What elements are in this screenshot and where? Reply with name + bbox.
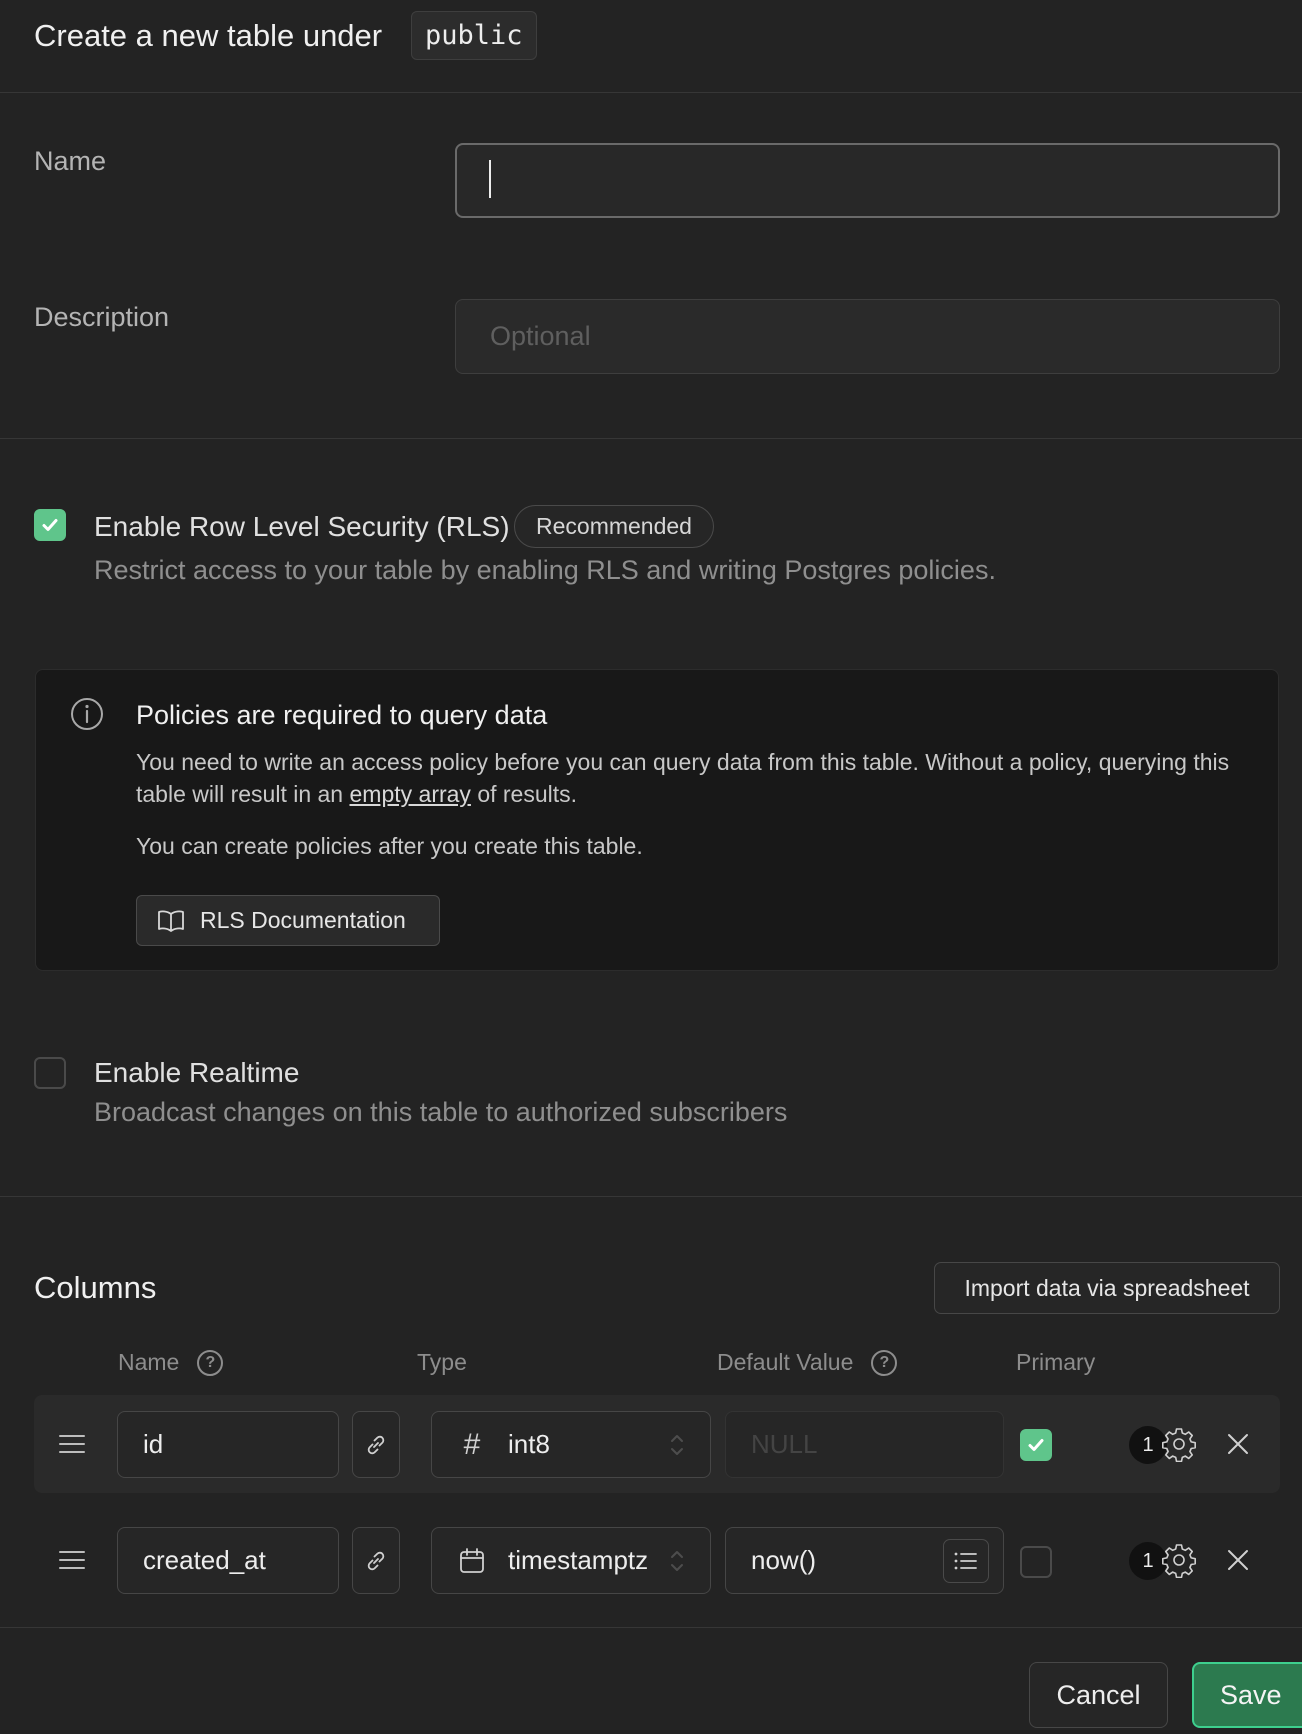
divider — [0, 1196, 1302, 1197]
default-value-value: now() — [751, 1545, 817, 1575]
help-icon[interactable]: ? — [871, 1349, 898, 1376]
policies-alert: Policies are required to query data You … — [35, 669, 1279, 971]
check-icon — [42, 519, 58, 531]
alert-body-text: You need to write an access policy befor… — [136, 749, 1230, 807]
default-value-placeholder: NULL — [751, 1429, 818, 1459]
column-header-primary: Primary — [1016, 1349, 1095, 1376]
schema-chip: public — [411, 11, 537, 60]
default-value-menu-button[interactable] — [943, 1539, 989, 1583]
table-name-input[interactable] — [455, 143, 1280, 218]
cancel-button[interactable]: Cancel — [1029, 1662, 1168, 1728]
realtime-description: Broadcast changes on this table to autho… — [94, 1097, 788, 1127]
gear-icon[interactable] — [1161, 1426, 1197, 1462]
alert-note: You can create policies after you create… — [136, 833, 643, 859]
table-description-input[interactable] — [455, 299, 1280, 374]
text-caret — [489, 160, 491, 198]
column-type-select[interactable]: timestamptz — [431, 1527, 711, 1594]
primary-checkbox[interactable] — [1020, 1429, 1052, 1461]
gear-icon[interactable] — [1161, 1542, 1197, 1578]
panel-title: Create a new table under — [34, 18, 383, 53]
alert-title: Policies are required to query data — [136, 700, 548, 730]
chevron-updown-icon — [671, 1435, 683, 1455]
default-value-input[interactable]: NULL — [725, 1411, 1004, 1478]
book-icon — [158, 910, 184, 932]
save-button[interactable]: Save — [1192, 1662, 1302, 1728]
close-icon[interactable] — [1226, 1432, 1250, 1456]
close-icon[interactable] — [1226, 1548, 1250, 1572]
link-icon — [367, 1551, 385, 1570]
name-label: Name — [34, 146, 107, 176]
column-header-type-label: Type — [417, 1349, 467, 1375]
column-name-value: id — [143, 1429, 164, 1459]
column-name-value: created_at — [143, 1545, 266, 1575]
column-name-input[interactable]: created_at — [117, 1527, 339, 1594]
create-table-panel: Create a new table under public Name Des… — [0, 0, 1302, 1734]
link-icon — [367, 1435, 385, 1454]
rls-description: Restrict access to your table by enablin… — [94, 555, 996, 585]
check-icon — [1028, 1439, 1044, 1451]
panel-header: Create a new table under public — [0, 0, 1302, 93]
column-header-primary-label: Primary — [1016, 1349, 1096, 1375]
import-spreadsheet-button[interactable]: Import data via spreadsheet — [934, 1262, 1280, 1314]
foreign-key-button[interactable] — [352, 1411, 400, 1478]
empty-array-link[interactable]: empty array — [350, 781, 471, 807]
column-header-name-label: Name — [118, 1349, 180, 1375]
realtime-title: Enable Realtime — [94, 1057, 300, 1088]
column-type-value: timestamptz — [508, 1545, 649, 1575]
column-header-default-label: Default Value — [717, 1349, 854, 1375]
columns-title: Columns — [34, 1270, 157, 1305]
calendar-icon — [458, 1547, 486, 1575]
help-icon[interactable]: ? — [197, 1349, 224, 1376]
rls-documentation-label: RLS Documentation — [200, 907, 406, 933]
column-header-name: Name ? — [118, 1349, 224, 1376]
divider — [0, 438, 1302, 439]
info-icon — [71, 698, 103, 730]
column-type-select[interactable]: # int8 — [431, 1411, 711, 1478]
default-value-input[interactable]: now() — [725, 1527, 1004, 1594]
rls-documentation-button[interactable]: RLS Documentation — [136, 895, 440, 946]
drag-handle-icon[interactable] — [58, 1550, 86, 1570]
description-label: Description — [34, 302, 170, 332]
foreign-key-button[interactable] — [352, 1527, 400, 1594]
hash-icon: # — [463, 1427, 481, 1461]
recommended-badge: Recommended — [514, 505, 714, 548]
drag-handle-icon[interactable] — [58, 1434, 86, 1454]
column-header-type: Type — [417, 1349, 467, 1376]
rls-title: Enable Row Level Security (RLS) — [94, 511, 510, 542]
primary-checkbox[interactable] — [1020, 1546, 1052, 1578]
divider — [0, 1627, 1302, 1628]
realtime-checkbox[interactable] — [34, 1057, 66, 1089]
column-header-default: Default Value ? — [717, 1349, 898, 1376]
column-type-value: int8 — [508, 1429, 550, 1459]
column-name-input[interactable]: id — [117, 1411, 339, 1478]
list-icon — [954, 1552, 977, 1570]
alert-body: You need to write an access policy befor… — [136, 746, 1246, 810]
chevron-updown-icon — [671, 1551, 683, 1571]
alert-body-text-end: of results. — [470, 781, 578, 807]
rls-checkbox[interactable] — [34, 509, 66, 541]
